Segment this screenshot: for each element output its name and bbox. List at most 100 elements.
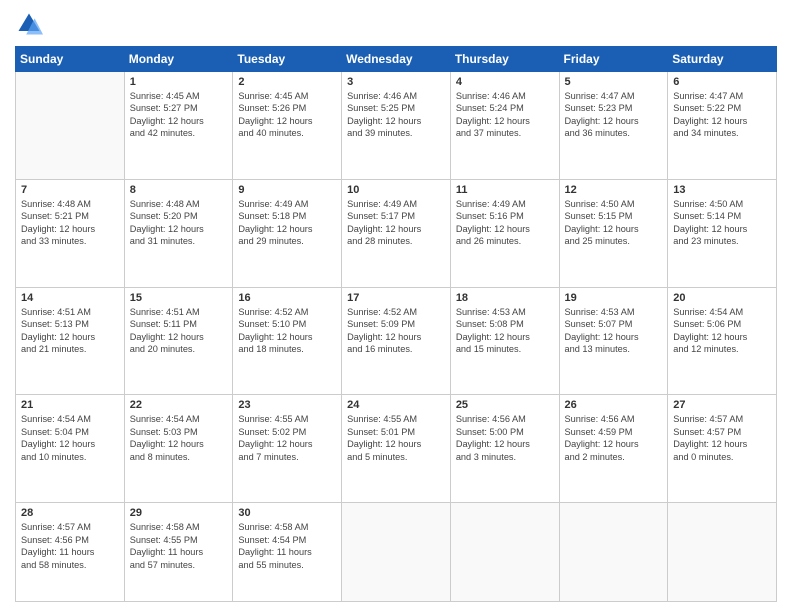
day-info: Sunrise: 4:55 AMSunset: 5:01 PMDaylight:… <box>347 413 445 463</box>
calendar-cell: 25 Sunrise: 4:56 AMSunset: 5:00 PMDayligh… <box>450 395 559 503</box>
day-number: 23 <box>238 399 336 411</box>
day-number: 1 <box>130 76 228 88</box>
day-info: Sunrise: 4:57 AMSunset: 4:57 PMDaylight:… <box>673 413 771 463</box>
calendar-cell <box>342 503 451 602</box>
week-row-4: 28 Sunrise: 4:57 AMSunset: 4:56 PMDayligh… <box>16 503 777 602</box>
day-info: Sunrise: 4:56 AMSunset: 4:59 PMDaylight:… <box>565 413 663 463</box>
day-info: Sunrise: 4:54 AMSunset: 5:03 PMDaylight:… <box>130 413 228 463</box>
day-number: 17 <box>347 292 445 304</box>
header <box>15 10 777 38</box>
day-number: 5 <box>565 76 663 88</box>
calendar-cell: 1Sunrise: 4:45 AMSunset: 5:27 PMDaylight… <box>124 72 233 180</box>
day-number: 9 <box>238 184 336 196</box>
day-number: 27 <box>673 399 771 411</box>
day-number: 22 <box>130 399 228 411</box>
calendar-cell: 27 Sunrise: 4:57 AMSunset: 4:57 PMDayligh… <box>668 395 777 503</box>
calendar-cell: 4 Sunrise: 4:46 AMSunset: 5:24 PMDaylight… <box>450 72 559 180</box>
calendar-body: 1Sunrise: 4:45 AMSunset: 5:27 PMDaylight… <box>16 72 777 602</box>
calendar-cell: 3Sunrise: 4:46 AMSunset: 5:25 PMDaylight… <box>342 72 451 180</box>
calendar-cell: 20 Sunrise: 4:54 AMSunset: 5:06 PMDayligh… <box>668 287 777 395</box>
day-number: 16 <box>238 292 336 304</box>
logo-icon <box>15 10 43 38</box>
calendar-cell: 9 Sunrise: 4:49 AMSunset: 5:18 PMDaylight… <box>233 179 342 287</box>
day-info: Sunrise: 4:50 AMSunset: 5:15 PMDaylight:… <box>565 198 663 248</box>
day-number: 26 <box>565 399 663 411</box>
calendar-cell: 23Sunrise: 4:55 AMSunset: 5:02 PMDayligh… <box>233 395 342 503</box>
header-row: SundayMondayTuesdayWednesdayThursdayFrid… <box>16 47 777 72</box>
calendar-cell: 2 Sunrise: 4:45 AMSunset: 5:26 PMDaylight… <box>233 72 342 180</box>
day-info: Sunrise: 4:47 AMSunset: 5:23 PMDaylight:… <box>565 90 663 140</box>
day-info: Sunrise: 4:46 AMSunset: 5:25 PMDaylight:… <box>347 90 445 140</box>
day-info: Sunrise: 4:53 AMSunset: 5:08 PMDaylight:… <box>456 306 554 356</box>
day-info: Sunrise: 4:48 AMSunset: 5:21 PMDaylight:… <box>21 198 119 248</box>
day-number: 28 <box>21 507 119 519</box>
calendar-header: SundayMondayTuesdayWednesdayThursdayFrid… <box>16 47 777 72</box>
day-number: 11 <box>456 184 554 196</box>
day-info: Sunrise: 4:45 AMSunset: 5:26 PMDaylight:… <box>238 90 336 140</box>
day-info: Sunrise: 4:58 AMSunset: 4:54 PMDaylight:… <box>238 521 336 571</box>
day-number: 13 <box>673 184 771 196</box>
col-header-sunday: Sunday <box>16 47 125 72</box>
day-number: 2 <box>238 76 336 88</box>
calendar-cell: 21Sunrise: 4:54 AMSunset: 5:04 PMDayligh… <box>16 395 125 503</box>
day-info: Sunrise: 4:58 AMSunset: 4:55 PMDaylight:… <box>130 521 228 571</box>
day-info: Sunrise: 4:49 AMSunset: 5:18 PMDaylight:… <box>238 198 336 248</box>
day-info: Sunrise: 4:57 AMSunset: 4:56 PMDaylight:… <box>21 521 119 571</box>
day-info: Sunrise: 4:53 AMSunset: 5:07 PMDaylight:… <box>565 306 663 356</box>
day-number: 19 <box>565 292 663 304</box>
calendar-cell: 24 Sunrise: 4:55 AMSunset: 5:01 PMDayligh… <box>342 395 451 503</box>
calendar-cell: 6 Sunrise: 4:47 AMSunset: 5:22 PMDaylight… <box>668 72 777 180</box>
calendar-cell: 15 Sunrise: 4:51 AMSunset: 5:11 PMDayligh… <box>124 287 233 395</box>
col-header-wednesday: Wednesday <box>342 47 451 72</box>
logo <box>15 10 47 38</box>
day-info: Sunrise: 4:51 AMSunset: 5:13 PMDaylight:… <box>21 306 119 356</box>
calendar-cell: 17 Sunrise: 4:52 AMSunset: 5:09 PMDayligh… <box>342 287 451 395</box>
calendar-cell: 11Sunrise: 4:49 AMSunset: 5:16 PMDayligh… <box>450 179 559 287</box>
week-row-3: 21Sunrise: 4:54 AMSunset: 5:04 PMDayligh… <box>16 395 777 503</box>
day-number: 7 <box>21 184 119 196</box>
day-info: Sunrise: 4:56 AMSunset: 5:00 PMDaylight:… <box>456 413 554 463</box>
calendar-cell: 26 Sunrise: 4:56 AMSunset: 4:59 PMDayligh… <box>559 395 668 503</box>
day-number: 24 <box>347 399 445 411</box>
day-number: 25 <box>456 399 554 411</box>
day-number: 20 <box>673 292 771 304</box>
calendar-table: SundayMondayTuesdayWednesdayThursdayFrid… <box>15 46 777 602</box>
col-header-saturday: Saturday <box>668 47 777 72</box>
calendar-cell: 30Sunrise: 4:58 AMSunset: 4:54 PMDayligh… <box>233 503 342 602</box>
calendar-cell <box>668 503 777 602</box>
calendar-cell: 22 Sunrise: 4:54 AMSunset: 5:03 PMDayligh… <box>124 395 233 503</box>
day-number: 12 <box>565 184 663 196</box>
day-info: Sunrise: 4:47 AMSunset: 5:22 PMDaylight:… <box>673 90 771 140</box>
calendar-cell: 10 Sunrise: 4:49 AMSunset: 5:17 PMDayligh… <box>342 179 451 287</box>
calendar-cell: 5 Sunrise: 4:47 AMSunset: 5:23 PMDaylight… <box>559 72 668 180</box>
calendar-cell: 14Sunrise: 4:51 AMSunset: 5:13 PMDayligh… <box>16 287 125 395</box>
day-info: Sunrise: 4:52 AMSunset: 5:09 PMDaylight:… <box>347 306 445 356</box>
page: SundayMondayTuesdayWednesdayThursdayFrid… <box>0 0 792 612</box>
day-number: 4 <box>456 76 554 88</box>
day-number: 29 <box>130 507 228 519</box>
calendar-cell <box>16 72 125 180</box>
day-info: Sunrise: 4:50 AMSunset: 5:14 PMDaylight:… <box>673 198 771 248</box>
calendar-cell: 16 Sunrise: 4:52 AMSunset: 5:10 PMDayligh… <box>233 287 342 395</box>
day-info: Sunrise: 4:52 AMSunset: 5:10 PMDaylight:… <box>238 306 336 356</box>
week-row-0: 1Sunrise: 4:45 AMSunset: 5:27 PMDaylight… <box>16 72 777 180</box>
day-info: Sunrise: 4:54 AMSunset: 5:04 PMDaylight:… <box>21 413 119 463</box>
calendar-cell: 29 Sunrise: 4:58 AMSunset: 4:55 PMDayligh… <box>124 503 233 602</box>
day-info: Sunrise: 4:46 AMSunset: 5:24 PMDaylight:… <box>456 90 554 140</box>
calendar-cell: 19 Sunrise: 4:53 AMSunset: 5:07 PMDayligh… <box>559 287 668 395</box>
day-info: Sunrise: 4:54 AMSunset: 5:06 PMDaylight:… <box>673 306 771 356</box>
calendar-cell <box>450 503 559 602</box>
calendar-cell: 28 Sunrise: 4:57 AMSunset: 4:56 PMDayligh… <box>16 503 125 602</box>
day-number: 10 <box>347 184 445 196</box>
day-number: 18 <box>456 292 554 304</box>
col-header-tuesday: Tuesday <box>233 47 342 72</box>
day-number: 6 <box>673 76 771 88</box>
day-number: 15 <box>130 292 228 304</box>
col-header-friday: Friday <box>559 47 668 72</box>
day-info: Sunrise: 4:51 AMSunset: 5:11 PMDaylight:… <box>130 306 228 356</box>
day-info: Sunrise: 4:49 AMSunset: 5:17 PMDaylight:… <box>347 198 445 248</box>
calendar-cell: 7 Sunrise: 4:48 AMSunset: 5:21 PMDaylight… <box>16 179 125 287</box>
day-info: Sunrise: 4:48 AMSunset: 5:20 PMDaylight:… <box>130 198 228 248</box>
calendar-cell: 12 Sunrise: 4:50 AMSunset: 5:15 PMDayligh… <box>559 179 668 287</box>
day-number: 8 <box>130 184 228 196</box>
